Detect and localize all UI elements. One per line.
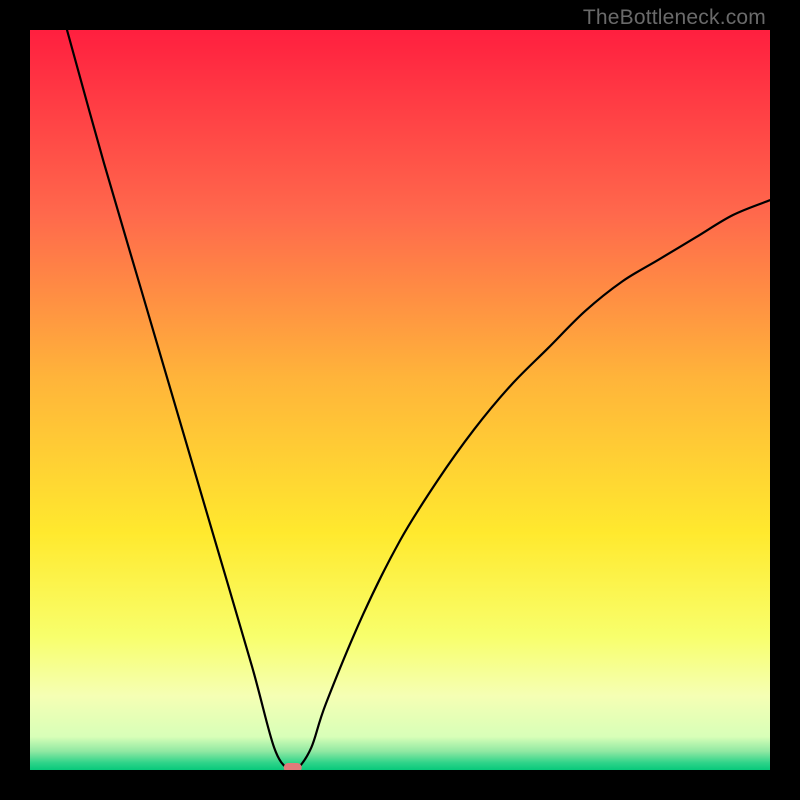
minimum-marker xyxy=(284,763,302,770)
watermark-label: TheBottleneck.com xyxy=(583,6,766,30)
chart-container: TheBottleneck.com xyxy=(0,0,800,800)
plot-area xyxy=(30,30,770,770)
bottleneck-curve xyxy=(30,30,770,770)
